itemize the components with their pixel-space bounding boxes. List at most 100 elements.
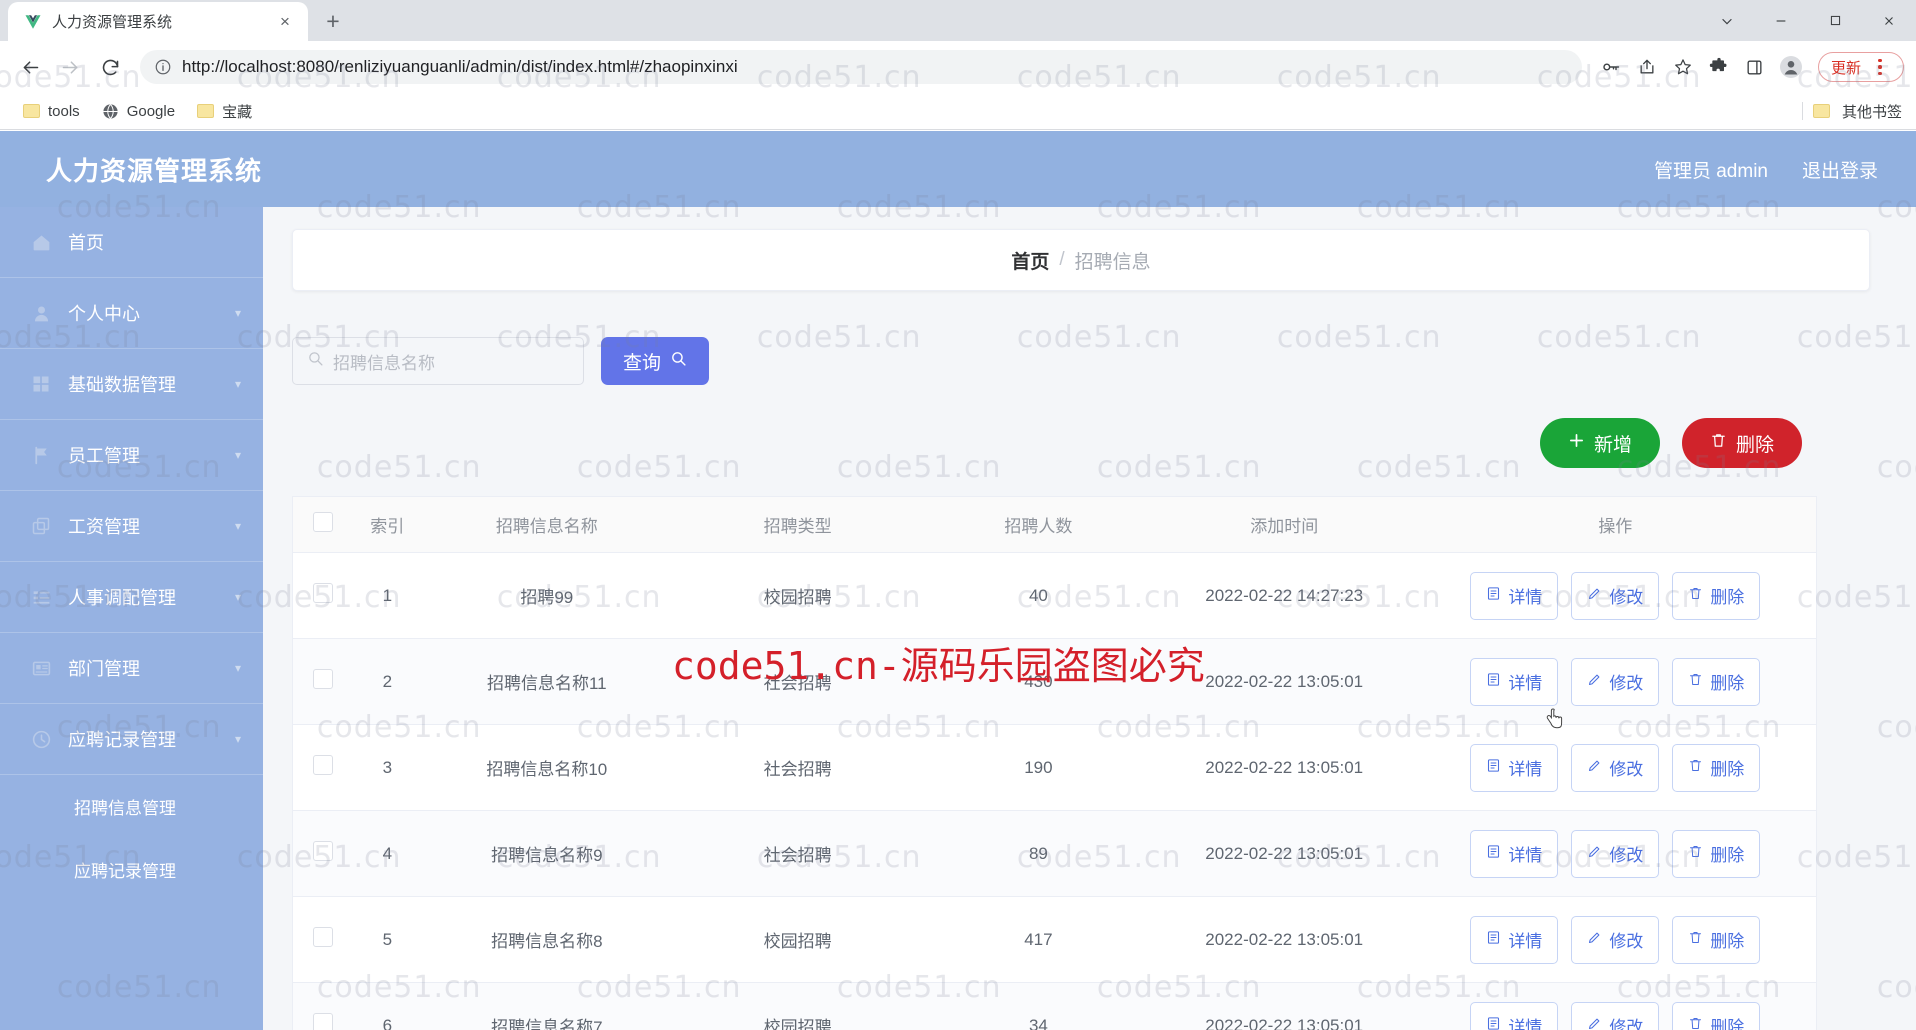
row-detail-button[interactable]: 详情 xyxy=(1470,657,1559,706)
sidebar-item-department[interactable]: 部门管理 ▾ xyxy=(0,633,263,704)
sidepanel-icon[interactable] xyxy=(1738,50,1772,84)
table-row[interactable]: 2 招聘信息名称11 社会招聘 430 2022-02-22 13:05:01 详情 修改 删… xyxy=(293,638,1816,725)
maximize-button[interactable] xyxy=(1808,0,1862,41)
cell-name: 招聘信息名称7 xyxy=(421,982,673,1030)
tab-close-icon[interactable]: × xyxy=(274,11,296,33)
grid-icon xyxy=(30,373,52,395)
reload-icon[interactable] xyxy=(92,49,128,85)
sidebar-subitem-recruitment-info[interactable]: 招聘信息管理 xyxy=(0,775,263,838)
row-checkbox[interactable] xyxy=(313,927,334,947)
bookmark-google[interactable]: Google xyxy=(93,98,184,125)
row-delete-button[interactable]: 删除 xyxy=(1672,915,1761,964)
bookmark-baozang[interactable]: 宝藏 xyxy=(188,96,261,127)
sidebar-item-personal-center[interactable]: 个人中心 ▾ xyxy=(0,278,263,349)
pencil-icon xyxy=(1587,672,1602,692)
sidebar-subitem-application-records[interactable]: 应聘记录管理 xyxy=(0,838,263,901)
key-icon[interactable] xyxy=(1594,50,1628,84)
row-checkbox[interactable] xyxy=(313,841,334,861)
minimize-button[interactable] xyxy=(1754,0,1808,41)
column-header-count: 招聘人数 xyxy=(923,496,1154,553)
back-arrow-icon[interactable] xyxy=(12,49,48,85)
row-select-cell xyxy=(293,896,354,983)
app-header-right: 管理员 admin 退出登录 xyxy=(1654,156,1878,183)
profile-icon[interactable] xyxy=(1774,50,1808,84)
row-edit-button[interactable]: 修改 xyxy=(1571,657,1660,706)
row-checkbox[interactable] xyxy=(313,755,334,775)
column-header-operations: 操作 xyxy=(1414,496,1816,553)
sidebar-item-home[interactable]: 首页 xyxy=(0,207,263,278)
row-detail-button[interactable]: 详情 xyxy=(1470,829,1559,878)
sidebar-item-salary[interactable]: 工资管理 ▾ xyxy=(0,491,263,562)
sidebar-item-employee[interactable]: 员工管理 ▾ xyxy=(0,420,263,491)
app-title: 人力资源管理系统 xyxy=(46,155,263,186)
row-delete-button[interactable]: 删除 xyxy=(1672,571,1761,620)
chevron-down-icon: ▾ xyxy=(234,519,241,533)
pencil-icon xyxy=(1587,930,1602,950)
row-delete-button[interactable]: 删除 xyxy=(1672,657,1761,706)
address-bar[interactable]: http://localhost:8080/renliziyuanguanli/… xyxy=(140,50,1582,84)
doc-icon xyxy=(1486,844,1501,864)
row-checkbox[interactable] xyxy=(313,669,334,689)
chrome-menu-icon[interactable] xyxy=(1865,52,1895,82)
close-window-button[interactable] xyxy=(1862,0,1916,41)
row-edit-button[interactable]: 修改 xyxy=(1571,571,1660,620)
copy-icon xyxy=(30,515,52,537)
site-info-icon[interactable] xyxy=(154,58,172,76)
forward-arrow-icon[interactable] xyxy=(52,49,88,85)
breadcrumb: 首页 / 招聘信息 xyxy=(292,229,1870,291)
row-edit-button[interactable]: 修改 xyxy=(1571,1001,1660,1030)
row-detail-button[interactable]: 详情 xyxy=(1470,915,1559,964)
table-row[interactable]: 3 招聘信息名称10 社会招聘 190 2022-02-22 13:05:01 详情 修改 删… xyxy=(293,724,1816,811)
other-bookmarks[interactable]: 其他书签 xyxy=(1801,101,1902,122)
row-delete-button[interactable]: 删除 xyxy=(1672,743,1761,792)
row-edit-button[interactable]: 修改 xyxy=(1571,743,1660,792)
sidebar-item-application-records[interactable]: 应聘记录管理 ▾ xyxy=(0,704,263,775)
logout-link[interactable]: 退出登录 xyxy=(1802,156,1878,183)
minimize-to-tray-button[interactable] xyxy=(1700,0,1754,41)
new-tab-button[interactable]: + xyxy=(316,4,350,38)
row-detail-button[interactable]: 详情 xyxy=(1470,743,1559,792)
delete-button[interactable]: 删除 xyxy=(1681,418,1802,468)
row-edit-button[interactable]: 修改 xyxy=(1571,829,1660,878)
row-op-label: 详情 xyxy=(1508,1018,1543,1030)
query-button[interactable]: 查询 xyxy=(601,337,710,385)
row-delete-button[interactable]: 删除 xyxy=(1672,829,1761,878)
folder-icon xyxy=(1812,104,1830,118)
row-edit-button[interactable]: 修改 xyxy=(1571,915,1660,964)
add-button[interactable]: 新增 xyxy=(1539,418,1660,468)
row-select-cell xyxy=(293,810,354,897)
table-row[interactable]: 4 招聘信息名称9 社会招聘 89 2022-02-22 13:05:01 详情 修改 删除 xyxy=(293,810,1816,897)
select-all-checkbox[interactable] xyxy=(313,512,334,532)
row-delete-button[interactable]: 删除 xyxy=(1672,1001,1761,1030)
sidebar-item-basic-data[interactable]: 基础数据管理 ▾ xyxy=(0,349,263,420)
browser-tab[interactable]: 人力资源管理系统 × xyxy=(8,2,308,41)
row-checkbox[interactable] xyxy=(313,1013,334,1030)
cell-count: 89 xyxy=(923,810,1154,897)
row-op-label: 删除 xyxy=(1710,846,1745,865)
sidebar-item-hr-allocation[interactable]: 人事调配管理 ▾ xyxy=(0,562,263,633)
row-op-label: 详情 xyxy=(1508,846,1543,865)
bookmark-label: 宝藏 xyxy=(222,103,253,121)
row-checkbox[interactable] xyxy=(313,583,334,603)
extensions-icon[interactable] xyxy=(1702,50,1736,84)
share-icon[interactable] xyxy=(1630,50,1664,84)
cell-time: 2022-02-22 13:05:01 xyxy=(1153,896,1415,983)
star-icon[interactable] xyxy=(1666,50,1700,84)
doc-icon xyxy=(1486,758,1501,778)
update-button[interactable]: 更新 xyxy=(1817,52,1904,82)
sidebar-item-label: 个人中心 xyxy=(68,304,140,324)
row-op-label: 删除 xyxy=(1710,1018,1745,1030)
search-input[interactable]: 招聘信息名称 xyxy=(292,337,584,385)
row-detail-button[interactable]: 详情 xyxy=(1470,571,1559,620)
row-op-label: 修改 xyxy=(1609,760,1644,779)
breadcrumb-home[interactable]: 首页 xyxy=(1011,247,1049,274)
row-detail-button[interactable]: 详情 xyxy=(1470,1001,1559,1030)
table-row[interactable]: 6 招聘信息名称7 校园招聘 34 2022-02-22 13:05:01 详情 修改 删除 xyxy=(293,982,1816,1030)
bookmark-tools[interactable]: tools xyxy=(14,98,89,125)
table-row[interactable]: 1 招聘99 校园招聘 40 2022-02-22 14:27:23 详情 修改 删除 xyxy=(293,552,1816,639)
trash-icon xyxy=(1688,1016,1703,1030)
bookmark-label: tools xyxy=(48,102,80,120)
url-text: http://localhost:8080/renliziyuanguanli/… xyxy=(182,57,738,76)
cell-operations: 详情 修改 删除 xyxy=(1414,638,1816,725)
table-row[interactable]: 5 招聘信息名称8 校园招聘 417 2022-02-22 13:05:01 详情 修改 删除 xyxy=(293,896,1816,983)
